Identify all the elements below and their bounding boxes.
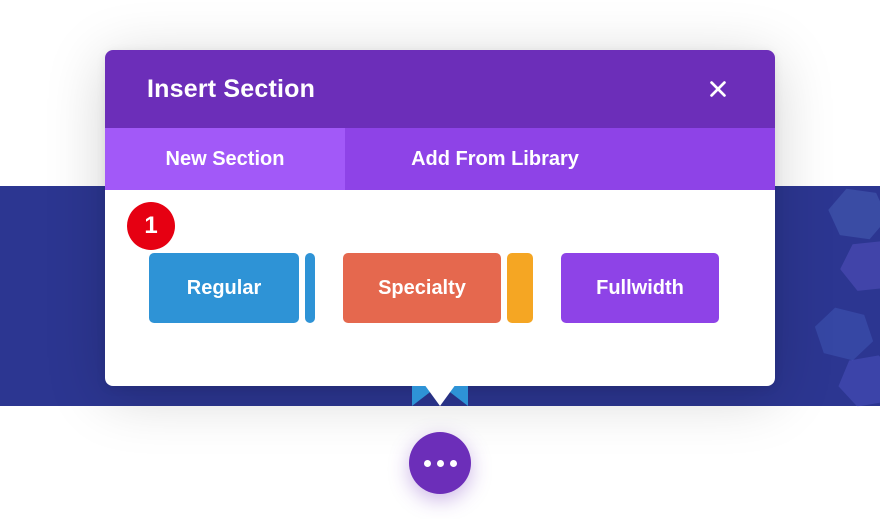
tab-label: New Section xyxy=(166,148,285,171)
modal-body: 1 Regular Specialty Fullwidth xyxy=(105,190,775,386)
close-button[interactable] xyxy=(699,70,737,108)
insert-section-modal: Insert Section New Section Add From Libr… xyxy=(105,50,775,386)
tab-new-section[interactable]: New Section xyxy=(105,128,345,190)
tab-add-from-library[interactable]: Add From Library xyxy=(345,128,645,190)
close-icon xyxy=(707,78,729,100)
modal-pointer xyxy=(412,386,468,416)
option-label: Specialty xyxy=(378,277,466,300)
option-stripe xyxy=(507,253,533,323)
option-label: Fullwidth xyxy=(596,277,684,300)
tab-label: Add From Library xyxy=(411,148,579,171)
badge-number: 1 xyxy=(144,212,157,240)
option-specialty[interactable]: Specialty xyxy=(343,253,533,323)
more-actions-button[interactable] xyxy=(409,432,471,494)
tabs: New Section Add From Library xyxy=(105,128,775,190)
option-regular[interactable]: Regular xyxy=(149,253,315,323)
option-fullwidth[interactable]: Fullwidth xyxy=(561,253,719,323)
more-icon xyxy=(424,460,457,467)
modal-title: Insert Section xyxy=(147,75,315,104)
annotation-badge: 1 xyxy=(127,202,175,250)
option-label: Regular xyxy=(187,277,261,300)
option-stripe xyxy=(305,253,315,323)
modal-header: Insert Section xyxy=(105,50,775,128)
